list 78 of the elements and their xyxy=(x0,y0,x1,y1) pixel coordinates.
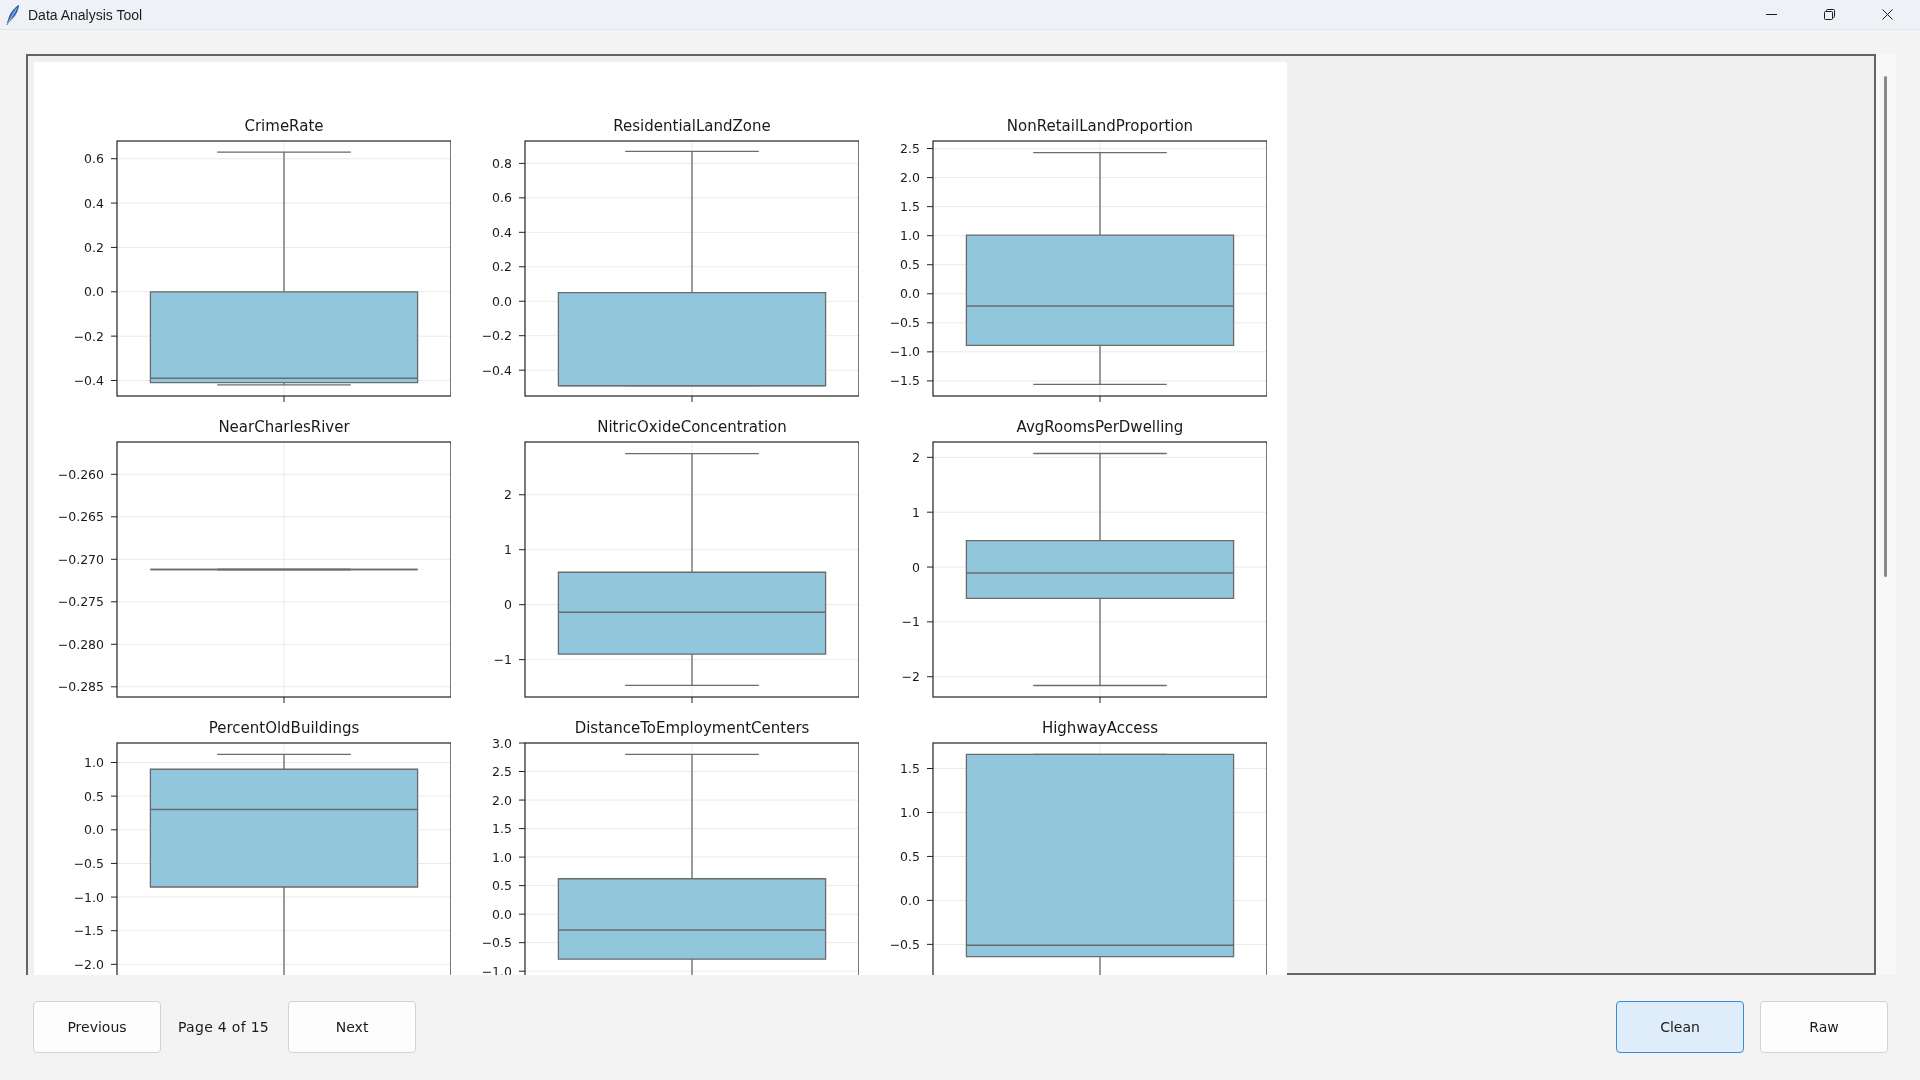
y-tick-label: −1 xyxy=(493,652,512,668)
y-tick-label: −0.5 xyxy=(73,855,104,871)
y-tick-label: −0.285 xyxy=(57,679,104,695)
y-tick-label: 0.2 xyxy=(84,239,104,255)
y-tick-label: −0.280 xyxy=(57,636,104,652)
y-tick-label: 2.0 xyxy=(492,792,512,808)
close-icon xyxy=(1881,9,1893,20)
chart-title: AvgRoomsPerDwelling xyxy=(1016,418,1184,436)
y-tick-label: −1.0 xyxy=(889,344,920,360)
y-tick-label: 0.0 xyxy=(84,284,104,300)
y-tick-label: 1.0 xyxy=(900,804,920,820)
y-tick-label: −0.4 xyxy=(481,362,512,378)
y-tick-label: 1.5 xyxy=(492,821,512,837)
y-tick-label: 2 xyxy=(504,487,512,503)
y-tick-label: −0.270 xyxy=(57,551,104,567)
y-tick-label: −1 xyxy=(901,614,920,630)
next-button[interactable]: Next xyxy=(288,1001,417,1053)
chart-title: NonRetailLandProportion xyxy=(1006,117,1194,135)
y-tick-label: 1 xyxy=(912,504,920,520)
y-tick-label: 0.2 xyxy=(492,259,512,275)
chart-title: HighwayAccess xyxy=(1041,719,1159,737)
chart-title: NitricOxideConcentration xyxy=(597,418,787,436)
y-tick-label: 1.5 xyxy=(900,761,920,776)
y-tick-label: −0.275 xyxy=(57,594,104,610)
y-tick-label: 0.6 xyxy=(492,190,512,206)
y-tick-label: −0.260 xyxy=(57,466,104,482)
y-tick-label: −0.4 xyxy=(73,373,104,388)
y-tick-label: 3.0 xyxy=(492,735,512,751)
y-tick-label: 2.5 xyxy=(492,764,512,779)
y-tick-label: 1.5 xyxy=(900,199,920,215)
y-tick-label: 2.5 xyxy=(900,141,920,157)
y-tick-label: 0.0 xyxy=(84,822,104,838)
y-tick-label: 0.5 xyxy=(84,788,104,804)
y-tick-label: −2 xyxy=(901,669,920,685)
y-tick-label: 0.0 xyxy=(900,892,920,908)
y-tick-label: 0.5 xyxy=(492,878,512,894)
view-toggle-button[interactable]: Clean xyxy=(1616,1001,1744,1053)
scrollbar-track[interactable] xyxy=(1876,54,1896,975)
restore-icon xyxy=(1823,9,1835,20)
y-tick-label: 0.6 xyxy=(84,151,104,167)
y-tick-label: 1.0 xyxy=(900,228,920,244)
chart-title: PercentOldBuildings xyxy=(208,719,360,737)
y-tick-label: −0.2 xyxy=(73,328,104,344)
view-toggle-button[interactable]: Raw xyxy=(1760,1001,1888,1053)
feather-icon xyxy=(6,4,19,25)
y-tick-label: 0.4 xyxy=(84,195,104,211)
y-tick-label: −0.2 xyxy=(481,328,512,344)
y-tick-label: −0.5 xyxy=(889,315,920,331)
y-tick-label: 1 xyxy=(504,542,512,558)
y-tick-label: −2.0 xyxy=(73,956,104,972)
y-tick-label: 2.0 xyxy=(900,170,920,186)
y-tick-label: 0.0 xyxy=(492,906,512,922)
y-tick-label: −1.0 xyxy=(481,963,512,975)
scrollbar-thumb[interactable] xyxy=(1884,76,1887,577)
previous-button[interactable]: Previous xyxy=(33,1001,161,1053)
window-title: Data Analysis Tool xyxy=(28,6,143,23)
page-indicator: Page 4 of 15 xyxy=(178,1019,270,1035)
y-tick-label: 1.0 xyxy=(492,849,512,865)
y-tick-label: −0.265 xyxy=(57,509,104,525)
y-tick-label: −1.5 xyxy=(73,923,104,939)
y-tick-label: 0 xyxy=(912,559,920,575)
y-tick-label: −0.5 xyxy=(889,936,920,952)
y-tick-label: 0.0 xyxy=(900,286,920,302)
y-tick-label: 0.8 xyxy=(492,155,512,171)
y-tick-label: 1.0 xyxy=(84,755,104,770)
y-tick-label: 0.0 xyxy=(492,293,512,309)
y-tick-label: 2 xyxy=(912,449,920,465)
chart-title: NearCharlesRiver xyxy=(218,418,350,436)
y-tick-label: −1.0 xyxy=(73,889,104,905)
chart-title: CrimeRate xyxy=(244,117,324,135)
y-tick-label: −0.5 xyxy=(481,935,512,951)
y-tick-label: 0 xyxy=(504,597,512,613)
chart-title: ResidentialLandZone xyxy=(613,117,771,135)
y-tick-label: −1.5 xyxy=(889,373,920,389)
y-tick-label: 0.5 xyxy=(900,848,920,864)
chart-title: DistanceToEmploymentCenters xyxy=(574,719,810,737)
y-tick-label: 0.4 xyxy=(492,224,512,240)
y-tick-label: 0.5 xyxy=(900,257,920,273)
